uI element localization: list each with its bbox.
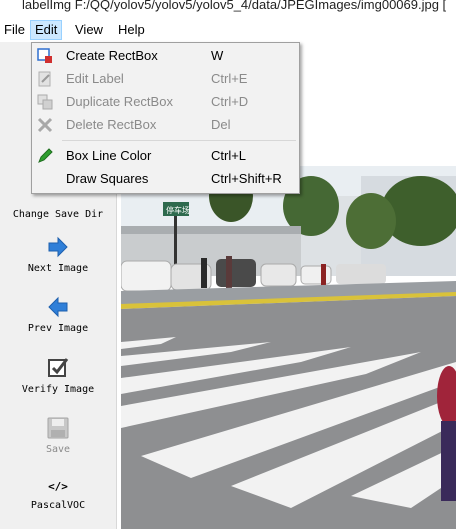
pencil-icon: [38, 148, 53, 163]
window-title: labelImg F:/QQ/yolov5/yolov5/yolov5_4/da…: [22, 0, 447, 12]
save-label: Save: [45, 444, 71, 455]
street-photo: 停车场: [121, 166, 456, 529]
floppy-disk-icon: [47, 417, 69, 439]
box-line-color-shortcut: Ctrl+L: [211, 148, 247, 163]
menu-separator: [62, 140, 296, 141]
menu-item-duplicate-rectbox[interactable]: Duplicate RectBox Ctrl+D: [33, 91, 298, 113]
change-save-dir-label: Change Save Dir: [12, 209, 104, 220]
parking-sign-text: 停车场: [166, 205, 190, 215]
menu-item-box-line-color[interactable]: Box Line Color Ctrl+L: [33, 145, 298, 167]
duplicate-icon: [37, 94, 53, 110]
menu-help[interactable]: Help: [114, 20, 149, 40]
verify-image-label: Verify Image: [21, 384, 95, 395]
edit-dropdown-menu: Create RectBox W Edit Label Ctrl+E Dupli…: [31, 42, 300, 194]
create-rectbox-icon: [37, 48, 52, 63]
app-icon: [0, 0, 8, 13]
duplicate-rectbox-shortcut: Ctrl+D: [211, 94, 249, 109]
arrow-right-icon: [48, 236, 68, 258]
prev-image-label: Prev Image: [27, 323, 89, 334]
code-format-icon: </>: [48, 480, 68, 493]
draw-squares-label: Draw Squares: [66, 171, 149, 186]
arrow-left-icon: [48, 296, 68, 318]
menu-item-edit-label[interactable]: Edit Label Ctrl+E: [33, 68, 298, 90]
menu-view[interactable]: View: [71, 20, 107, 40]
next-image-label: Next Image: [27, 263, 89, 274]
create-rectbox-label: Create RectBox: [66, 48, 158, 63]
box-line-color-label: Box Line Color: [66, 148, 152, 163]
menu-bar: File Edit View Help: [0, 18, 456, 42]
draw-squares-shortcut: Ctrl+Shift+R: [211, 171, 282, 186]
prev-image-button[interactable]: Prev Image: [0, 295, 116, 334]
menu-item-delete-rectbox[interactable]: Delete RectBox Del: [33, 114, 298, 136]
pascal-voc-button[interactable]: </> PascalVOC: [0, 478, 116, 511]
menu-edit[interactable]: Edit: [30, 20, 63, 40]
save-button[interactable]: Save: [0, 416, 116, 455]
edit-label-label: Edit Label: [66, 71, 124, 86]
duplicate-rectbox-label: Duplicate RectBox: [66, 94, 173, 109]
checkbox-icon: [48, 358, 69, 377]
change-save-dir-button[interactable]: Change Save Dir: [0, 205, 116, 220]
edit-label-icon: [38, 71, 51, 87]
delete-rectbox-label: Delete RectBox: [66, 117, 157, 132]
edit-label-shortcut: Ctrl+E: [211, 71, 248, 86]
title-bar: labelImg F:/QQ/yolov5/yolov5/yolov5_4/da…: [0, 0, 456, 18]
pascal-voc-label: PascalVOC: [30, 500, 86, 511]
menu-item-draw-squares[interactable]: Draw Squares Ctrl+Shift+R: [33, 168, 298, 190]
create-rectbox-shortcut: W: [211, 48, 224, 63]
menu-item-create-rectbox[interactable]: Create RectBox W: [33, 45, 298, 67]
verify-image-button[interactable]: Verify Image: [0, 356, 116, 395]
delete-icon: [37, 117, 53, 133]
delete-rectbox-shortcut: Del: [211, 117, 231, 132]
next-image-button[interactable]: Next Image: [0, 235, 116, 274]
menu-file[interactable]: File: [0, 20, 29, 40]
